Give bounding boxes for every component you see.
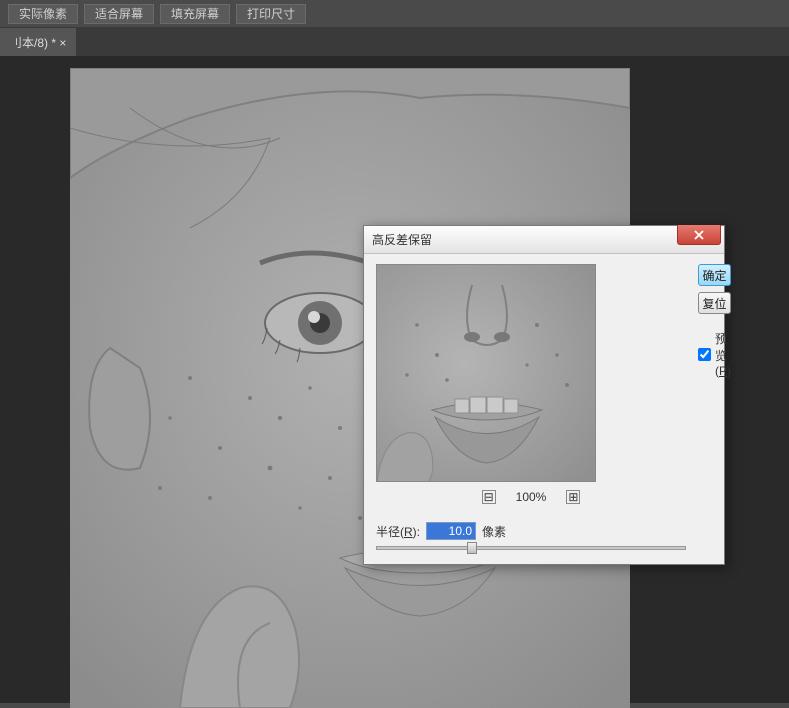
radius-unit: 像素 bbox=[482, 523, 506, 540]
close-icon bbox=[694, 230, 704, 240]
slider-thumb[interactable] bbox=[467, 542, 477, 554]
filter-preview[interactable] bbox=[376, 264, 596, 482]
radius-slider[interactable] bbox=[376, 546, 686, 550]
reset-button[interactable]: 复位 bbox=[698, 292, 731, 314]
document-tab-bar: 刂本/8) * × bbox=[0, 28, 789, 56]
document-tab[interactable]: 刂本/8) * × bbox=[0, 28, 77, 56]
print-size-button[interactable]: 打印尺寸 bbox=[236, 4, 306, 24]
preview-label: 预览(P) bbox=[715, 330, 731, 378]
ok-button[interactable]: 确定 bbox=[698, 264, 731, 286]
preview-checkbox[interactable] bbox=[698, 348, 711, 361]
zoom-out-button[interactable]: ⊟ bbox=[482, 490, 496, 504]
button-column: 确定 复位 预览(P) bbox=[698, 264, 731, 550]
fit-screen-button[interactable]: 适合屏幕 bbox=[84, 4, 154, 24]
preview-column: ⊟ 100% ⊞ 半径(R): 像素 bbox=[376, 264, 686, 550]
actual-pixels-button[interactable]: 实际像素 bbox=[8, 4, 78, 24]
dialog-titlebar[interactable]: 高反差保留 bbox=[364, 226, 724, 254]
zoom-value: 100% bbox=[516, 490, 547, 504]
preview-svg bbox=[377, 265, 596, 482]
zoom-controls: ⊟ 100% ⊞ bbox=[376, 490, 686, 504]
dialog-body: ⊟ 100% ⊞ 半径(R): 像素 确定 复位 预览(P) bbox=[364, 254, 724, 564]
radius-row: 半径(R): 像素 bbox=[376, 522, 686, 540]
radius-label: 半径(R): bbox=[376, 523, 420, 540]
radius-input[interactable] bbox=[426, 522, 476, 540]
fill-screen-button[interactable]: 填充屏幕 bbox=[160, 4, 230, 24]
close-button[interactable] bbox=[677, 225, 721, 245]
preview-checkbox-row[interactable]: 预览(P) bbox=[698, 330, 731, 378]
view-toolbar: 实际像素 适合屏幕 填充屏幕 打印尺寸 bbox=[0, 0, 789, 28]
canvas-area: 高反差保留 bbox=[0, 56, 789, 703]
zoom-in-button[interactable]: ⊞ bbox=[566, 490, 580, 504]
dialog-title: 高反差保留 bbox=[372, 231, 432, 248]
high-pass-dialog: 高反差保留 bbox=[363, 225, 725, 565]
